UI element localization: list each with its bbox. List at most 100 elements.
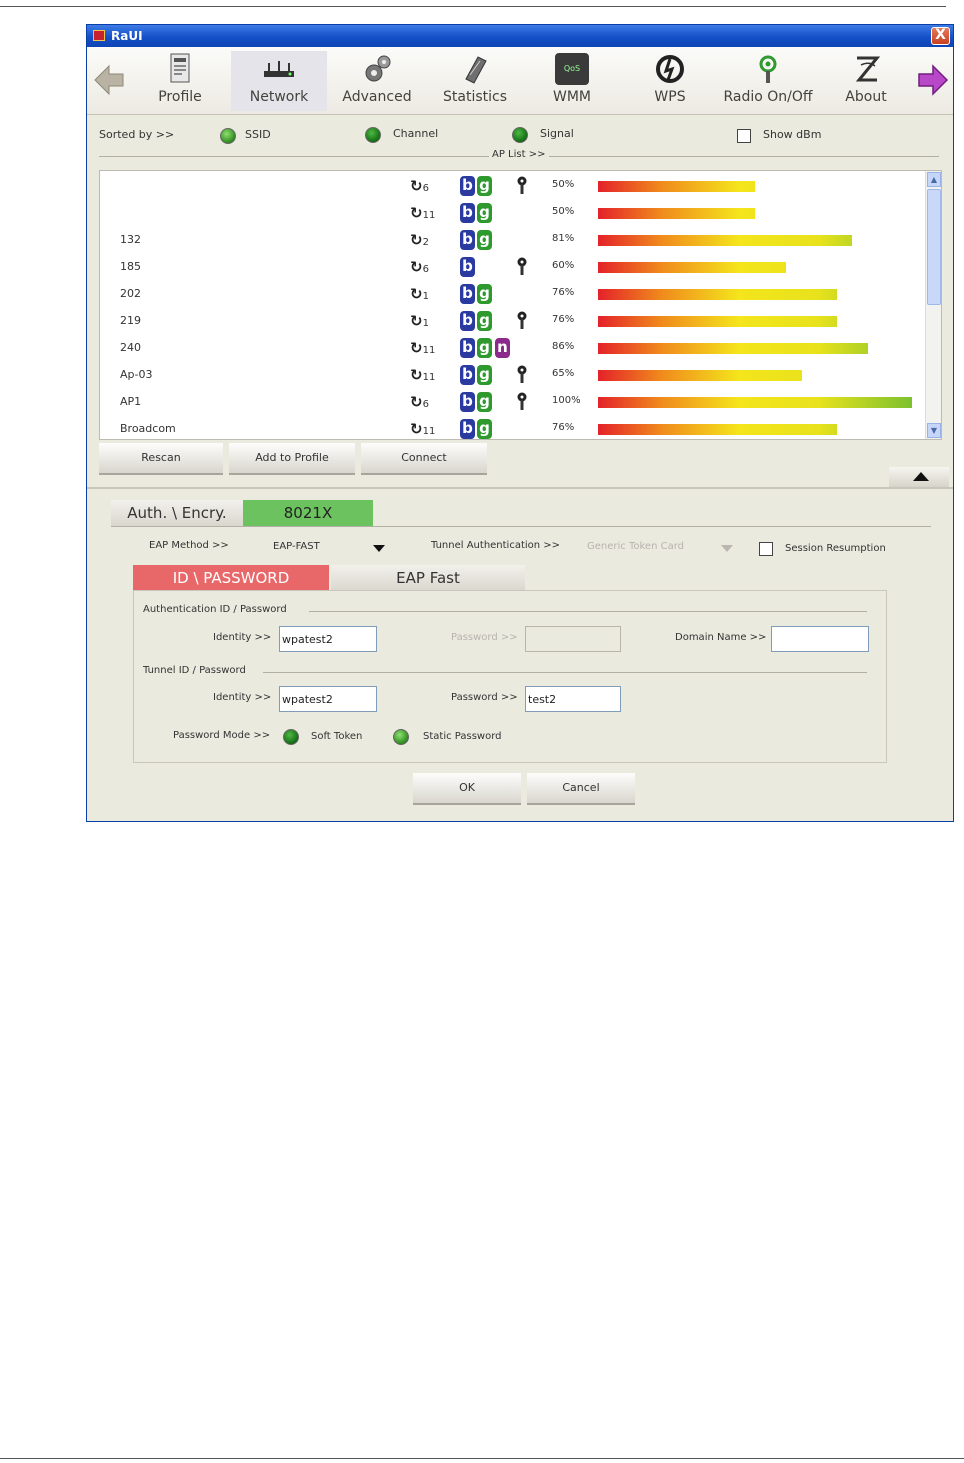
- about-icon: [855, 56, 881, 82]
- password-mode-label: Password Mode >>: [173, 730, 271, 741]
- antenna-icon: ↻: [410, 285, 423, 303]
- eap-method-value[interactable]: EAP-FAST: [273, 541, 320, 552]
- ap-list-row[interactable]: 132 ↻2 b g 81%: [100, 227, 928, 254]
- ap-channel-value: 6: [422, 183, 429, 194]
- panel-divider: [87, 487, 953, 489]
- ap-list-row[interactable]: 185 ↻6 b 60%: [100, 254, 928, 281]
- ap-ssid: 132: [120, 233, 141, 246]
- tab-auth-encry[interactable]: Auth. \ Encry.: [111, 500, 243, 526]
- toolbar-wps[interactable]: WPS: [637, 51, 703, 111]
- signal-strength-bar: [598, 181, 755, 192]
- sort-ssid-radio[interactable]: [220, 128, 236, 144]
- tab-eap-fast[interactable]: EAP Fast: [331, 565, 525, 591]
- ap-channel-value: 6: [422, 399, 429, 410]
- mode-g-badge: g: [477, 338, 492, 358]
- signal-strength-bar: [598, 235, 852, 246]
- ap-ssid: Broadcom: [120, 422, 176, 435]
- eap-method-dropdown-icon[interactable]: [373, 545, 385, 552]
- mode-g-badge: g: [477, 176, 492, 196]
- scroll-up-icon[interactable]: ▲: [927, 172, 941, 187]
- signal-strength-bar: [598, 343, 868, 354]
- ap-list-row[interactable]: ↻11 b g 50%: [100, 200, 928, 227]
- ap-signal-percent: 50%: [552, 179, 575, 190]
- ap-signal-percent: 60%: [552, 260, 575, 271]
- mode-g-badge: g: [477, 365, 492, 385]
- tab-id-password[interactable]: ID \ PASSWORD: [133, 565, 329, 591]
- toolbar-radio-label: Radio On/Off: [723, 89, 813, 105]
- toolbar-profile[interactable]: Profile: [145, 51, 215, 111]
- scroll-thumb[interactable]: [927, 189, 941, 305]
- ap-ssid: 202: [120, 287, 141, 300]
- ap-list-label: AP List >>: [492, 149, 546, 160]
- toolbar-about-label: About: [845, 89, 887, 105]
- ap-list-line-right: [549, 156, 939, 157]
- ok-button[interactable]: OK: [413, 773, 521, 805]
- ap-signal-percent: 86%: [552, 341, 575, 352]
- ap-list-row[interactable]: 240 ↻11 b g n 86%: [100, 335, 928, 362]
- ap-channel: ↻11: [410, 204, 435, 222]
- ap-channel-value: 11: [422, 426, 436, 437]
- key-icon: [517, 392, 527, 410]
- add-to-profile-button[interactable]: Add to Profile: [229, 443, 355, 475]
- signal-strength-bar: [598, 316, 837, 327]
- auth-identity-input[interactable]: [279, 626, 377, 652]
- toolbar-wps-label: WPS: [654, 89, 686, 105]
- ap-list-scrollbar[interactable]: ▲ ▼: [925, 171, 941, 439]
- close-button[interactable]: X: [931, 27, 950, 45]
- ap-signal-percent: 50%: [552, 206, 575, 217]
- toolbar-advanced[interactable]: Advanced: [337, 51, 417, 111]
- tunnel-identity-input[interactable]: [279, 686, 377, 712]
- ap-list-row[interactable]: Ap-03 ↻11 b g 65%: [100, 362, 928, 389]
- ap-list-row[interactable]: AP1 ↻6 b g 100%: [100, 389, 928, 416]
- ap-list-row[interactable]: 219 ↻1 b g 76%: [100, 308, 928, 335]
- toolbar-wmm[interactable]: QoS WMM: [537, 51, 607, 111]
- ap-signal-percent: 65%: [552, 368, 575, 379]
- title-bar[interactable]: RaUI X: [87, 25, 953, 47]
- ap-channel: ↻6: [410, 258, 429, 276]
- session-resumption-label: Session Resumption: [785, 543, 886, 554]
- ap-ssid: 219: [120, 314, 141, 327]
- ap-channel-value: 11: [422, 372, 436, 383]
- toolbar-network[interactable]: Network: [231, 51, 327, 111]
- key-icon: [517, 257, 527, 275]
- toolbar-radio[interactable]: Radio On/Off: [713, 51, 823, 111]
- sorted-by-label: Sorted by >>: [99, 128, 175, 141]
- ap-channel-value: 1: [422, 291, 429, 302]
- mode-g-badge: g: [477, 419, 492, 439]
- show-dbm-checkbox[interactable]: [737, 129, 751, 143]
- ap-list-row[interactable]: 202 ↻1 b g 76%: [100, 281, 928, 308]
- signal-strength-bar: [598, 370, 802, 381]
- sort-signal-radio[interactable]: [512, 127, 528, 143]
- ap-channel-value: 1: [422, 318, 429, 329]
- next-arrow-icon[interactable]: [917, 63, 949, 97]
- domain-name-label: Domain Name >>: [675, 632, 767, 643]
- ap-list-row[interactable]: Broadcom ↻11 b g 76%: [100, 416, 928, 439]
- session-resumption-checkbox[interactable]: [759, 542, 773, 556]
- soft-token-radio[interactable]: [283, 729, 299, 745]
- domain-name-input[interactable]: [771, 626, 869, 652]
- key-icon: [517, 311, 527, 329]
- sort-channel-radio[interactable]: [365, 127, 381, 143]
- tunnel-password-input[interactable]: [525, 686, 621, 712]
- back-arrow-icon[interactable]: [93, 63, 125, 97]
- mode-b-badge: b: [460, 365, 475, 385]
- toolbar-about[interactable]: About: [833, 51, 899, 111]
- connect-button[interactable]: Connect: [361, 443, 487, 475]
- antenna-icon: ↻: [410, 393, 423, 411]
- profile-icon: [170, 53, 190, 83]
- rescan-button[interactable]: Rescan: [99, 443, 223, 475]
- static-password-radio[interactable]: [393, 729, 409, 745]
- toolbar-statistics[interactable]: Statistics: [435, 51, 515, 111]
- scroll-down-icon[interactable]: ▼: [927, 423, 941, 438]
- auth-group-title: Authentication ID / Password: [143, 604, 287, 615]
- mode-b-badge: b: [460, 392, 475, 412]
- ap-list[interactable]: ↻6 b g 50% ↻11 b g 50% 132 ↻2 b g 81% 185 ↻6 b 60% 202 ↻1 b…: [99, 170, 942, 440]
- wmm-icon: QoS: [555, 53, 589, 85]
- ap-list-row[interactable]: ↻6 b g 50%: [100, 173, 928, 200]
- collapse-button[interactable]: [889, 467, 949, 487]
- signal-strength-bar: [598, 289, 837, 300]
- ap-ssid: 240: [120, 341, 141, 354]
- soft-token-label: Soft Token: [311, 731, 363, 742]
- advanced-icon: [365, 55, 391, 82]
- cancel-button[interactable]: Cancel: [527, 773, 635, 805]
